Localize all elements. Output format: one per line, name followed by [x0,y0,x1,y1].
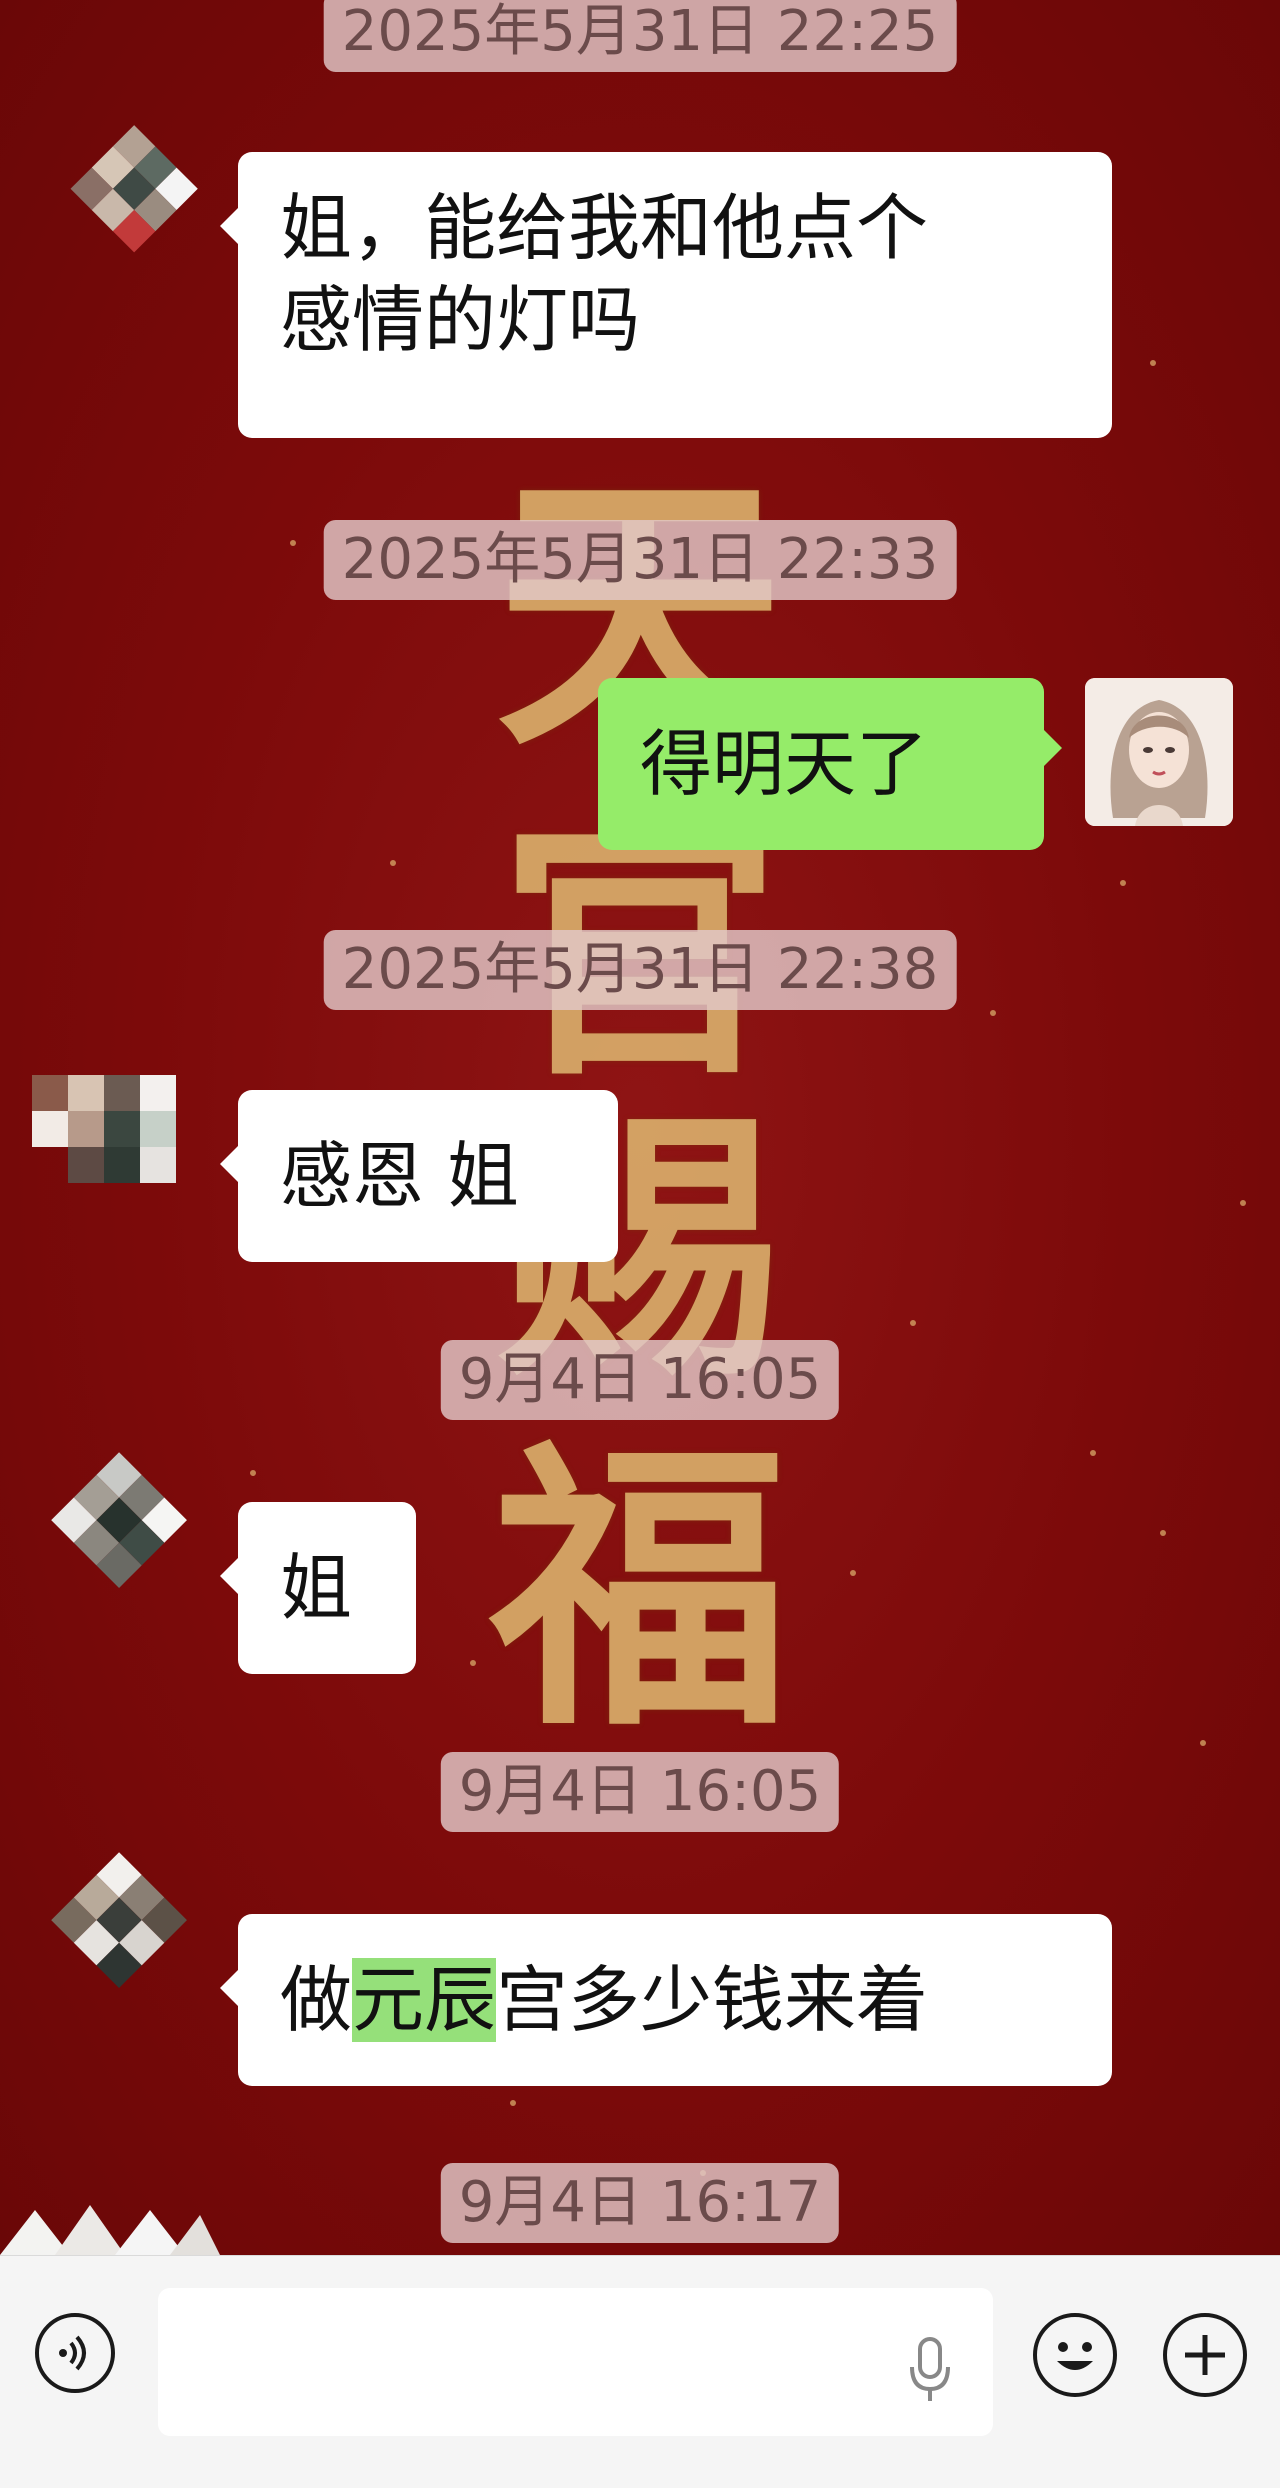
emoji-icon [1057,2342,1093,2370]
contact-avatar[interactable] [0,2170,220,2255]
chat-input-bar [0,2255,1280,2488]
contact-avatar[interactable] [30,120,210,300]
gold-speck [290,540,296,546]
incoming-message-bubble[interactable]: 做元辰宫多少钱来着 [220,1914,1112,2086]
incoming-message-bubble[interactable]: 姐 [220,1502,416,1674]
gold-speck [1160,1530,1166,1536]
microphone-icon [910,2337,950,2401]
message-line: 感情的灯吗 [280,278,641,362]
gold-speck [850,1570,856,1576]
incoming-message-bubble[interactable]: 感恩 姐 [220,1090,618,1262]
mosaic-avatar-icon [51,1852,187,1988]
timestamp: 9月4日 16:05 [440,1340,840,1420]
outgoing-message-bubble[interactable]: 得明天了 [598,678,1062,850]
plus-icon [1185,2335,1225,2375]
highlighted-text[interactable]: 元辰 [352,1958,497,2042]
user-avatar[interactable] [1085,678,1233,826]
gold-speck [250,1470,256,1476]
message-text-before: 做 [280,1958,353,2042]
incoming-message-bubble[interactable]: 姐，能给我和他点个 感情的灯吗 [220,152,1112,438]
timestamp: 9月4日 16:05 [440,1752,840,1832]
timestamp: 2025年5月31日 22:33 [323,520,957,600]
emoji-button[interactable] [1033,2313,1117,2397]
timestamp: 2025年5月31日 22:38 [323,930,957,1010]
gold-speck [1200,1740,1206,1746]
message-text: 姐 [280,1546,353,1630]
voice-icon [59,2335,86,2371]
contact-avatar[interactable] [22,1440,202,1620]
microphone-button[interactable] [900,2331,960,2411]
illustrated-woman-avatar-icon [1085,678,1233,826]
mosaic-avatar-icon [51,1452,187,1588]
mosaic-avatar-icon [0,2205,220,2255]
gold-speck [510,2100,516,2106]
mosaic-avatar-icon [70,125,198,253]
gold-speck [1240,1200,1246,1206]
contact-avatar[interactable] [22,1840,202,2020]
message-text: 得明天了 [640,722,929,806]
gold-speck [910,1320,916,1326]
message-text: 感恩 姐 [280,1134,519,1218]
message-line: 姐，能给我和他点个 [280,186,929,270]
gold-speck [1150,360,1156,366]
voice-button[interactable] [35,2313,115,2393]
gold-speck [1120,880,1126,886]
mosaic-avatar-icon [32,1075,176,1183]
plus-button[interactable] [1163,2313,1247,2397]
timestamp: 2025年5月31日 22:25 [323,0,957,72]
background-art-char: 福 [490,1413,790,1766]
contact-avatar[interactable] [22,1065,202,1245]
gold-speck [1090,1450,1096,1456]
gold-speck [990,1010,996,1016]
message-text-after: 宫多少钱来着 [496,1958,929,2042]
gold-speck [390,860,396,866]
timestamp: 9月4日 16:17 [440,2163,840,2243]
message-input[interactable] [158,2288,993,2436]
